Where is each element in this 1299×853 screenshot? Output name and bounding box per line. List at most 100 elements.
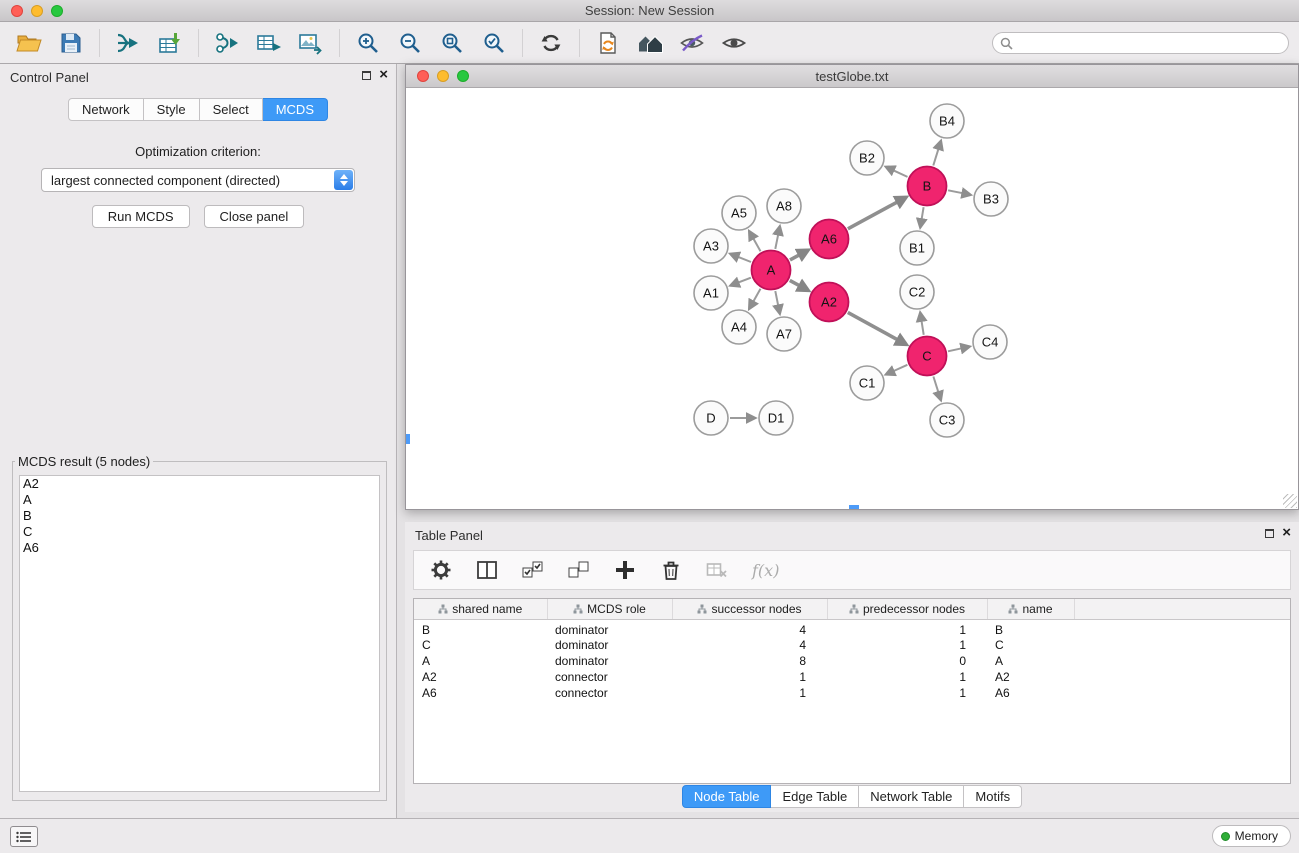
network-node-d[interactable]: D — [694, 401, 728, 435]
import-network-button[interactable] — [107, 27, 149, 59]
network-edge[interactable] — [922, 321, 924, 335]
network-edge[interactable] — [738, 278, 751, 283]
network-edge[interactable] — [893, 365, 907, 371]
status-menu-button[interactable] — [10, 826, 38, 847]
column-header-mcds-role[interactable]: MCDS role — [547, 599, 672, 619]
network-node-d1[interactable]: D1 — [759, 401, 793, 435]
column-header-name[interactable]: name — [987, 599, 1074, 619]
mcds-result-item[interactable]: A2 — [20, 476, 379, 492]
tab-network-table[interactable]: Network Table — [859, 785, 964, 808]
deselect-all-button[interactable] — [568, 559, 590, 581]
save-session-button[interactable] — [50, 27, 92, 59]
tab-node-table[interactable]: Node Table — [682, 785, 772, 808]
network-node-a[interactable]: A — [752, 251, 791, 290]
resize-grip[interactable] — [1283, 494, 1297, 508]
home-button[interactable] — [629, 27, 671, 59]
float-panel-icon[interactable] — [362, 71, 371, 80]
network-edge[interactable] — [848, 202, 898, 229]
network-edge[interactable] — [922, 207, 924, 219]
network-edge[interactable] — [738, 257, 751, 262]
add-row-button[interactable] — [614, 559, 636, 581]
eye-button[interactable] — [713, 27, 755, 59]
table-row[interactable]: A2connector11A2 — [414, 669, 1290, 685]
network-edge[interactable] — [753, 238, 760, 251]
network-edge[interactable] — [775, 234, 778, 249]
network-canvas[interactable]: A A1 A2 A3 A4 A5 A6 A7 A8 B B1 B2 B3 B4 C C1 C2 C3 C4 D D1 — [406, 88, 1298, 509]
network-edge[interactable] — [933, 149, 938, 166]
tab-select[interactable]: Select — [200, 98, 263, 121]
network-node-a6[interactable]: A6 — [810, 220, 849, 259]
export-table-button[interactable] — [248, 27, 290, 59]
network-edge[interactable] — [790, 255, 800, 260]
network-node-a5[interactable]: A5 — [722, 196, 756, 230]
table-row[interactable]: A6connector11A6 — [414, 685, 1290, 701]
search-input[interactable] — [1013, 36, 1288, 50]
network-node-a7[interactable]: A7 — [767, 317, 801, 351]
close-panel-button[interactable]: Close panel — [204, 205, 305, 228]
tab-style[interactable]: Style — [144, 98, 200, 121]
network-node-b2[interactable]: B2 — [850, 141, 884, 175]
network-edge[interactable] — [948, 348, 962, 351]
mcds-result-item[interactable]: A — [20, 492, 379, 508]
criterion-dropdown[interactable]: largest connected component (directed) — [41, 168, 355, 192]
close-panel-icon[interactable]: × — [379, 68, 388, 82]
column-header-predecessor-nodes[interactable]: predecessor nodes — [827, 599, 987, 619]
tab-motifs[interactable]: Motifs — [964, 785, 1022, 808]
network-node-c4[interactable]: C4 — [973, 325, 1007, 359]
network-node-c[interactable]: C — [908, 337, 947, 376]
network-edge[interactable] — [753, 289, 760, 302]
network-node-a8[interactable]: A8 — [767, 189, 801, 223]
network-node-b4[interactable]: B4 — [930, 104, 964, 138]
apply-layout-button[interactable] — [587, 27, 629, 59]
network-node-b[interactable]: B — [908, 167, 947, 206]
tab-edge-table[interactable]: Edge Table — [771, 785, 859, 808]
show-hide-button[interactable] — [671, 27, 713, 59]
delete-column-button[interactable] — [706, 559, 728, 581]
network-node-c3[interactable]: C3 — [930, 403, 964, 437]
export-image-button[interactable] — [290, 27, 332, 59]
close-panel-icon[interactable]: × — [1282, 526, 1291, 540]
run-mcds-button[interactable]: Run MCDS — [92, 205, 190, 228]
search-field[interactable] — [992, 32, 1289, 54]
table-row[interactable]: Bdominator41B — [414, 619, 1290, 637]
function-builder-button[interactable]: f(x) — [752, 561, 779, 580]
mcds-result-item[interactable]: A6 — [20, 540, 379, 556]
zoom-fit-button[interactable] — [431, 27, 473, 59]
zoom-in-button[interactable] — [347, 27, 389, 59]
select-all-button[interactable] — [522, 559, 544, 581]
table-row[interactable]: Cdominator41C — [414, 637, 1290, 653]
network-edge[interactable] — [848, 312, 898, 339]
network-edge[interactable] — [933, 377, 938, 393]
network-edge[interactable] — [893, 170, 907, 177]
network-node-a2[interactable]: A2 — [810, 283, 849, 322]
show-columns-button[interactable] — [476, 559, 498, 581]
export-network-button[interactable] — [206, 27, 248, 59]
network-node-a1[interactable]: A1 — [694, 276, 728, 310]
tab-network[interactable]: Network — [68, 98, 144, 121]
network-edge[interactable] — [948, 190, 963, 193]
network-node-b1[interactable]: B1 — [900, 231, 934, 265]
network-node-c2[interactable]: C2 — [900, 275, 934, 309]
import-table-button[interactable] — [149, 27, 191, 59]
refresh-button[interactable] — [530, 27, 572, 59]
column-header-successor-nodes[interactable]: successor nodes — [672, 599, 827, 619]
table-settings-button[interactable] — [430, 559, 452, 581]
table-row[interactable]: Adominator80A — [414, 653, 1290, 669]
network-node-a4[interactable]: A4 — [722, 310, 756, 344]
memory-button[interactable]: Memory — [1212, 825, 1291, 847]
mcds-result-list[interactable]: A2ABCA6 — [19, 475, 380, 792]
column-header-shared-name[interactable]: shared name — [414, 599, 547, 619]
float-panel-icon[interactable] — [1265, 529, 1274, 538]
tab-mcds[interactable]: MCDS — [263, 98, 328, 121]
zoom-out-button[interactable] — [389, 27, 431, 59]
zoom-selected-button[interactable] — [473, 27, 515, 59]
network-node-a3[interactable]: A3 — [694, 229, 728, 263]
open-session-button[interactable] — [8, 27, 50, 59]
network-node-c1[interactable]: C1 — [850, 366, 884, 400]
delete-button[interactable] — [660, 559, 682, 581]
network-edge[interactable] — [775, 291, 778, 306]
network-edge[interactable] — [790, 280, 800, 285]
mcds-result-item[interactable]: C — [20, 524, 379, 540]
mcds-result-item[interactable]: B — [20, 508, 379, 524]
network-node-b3[interactable]: B3 — [974, 182, 1008, 216]
